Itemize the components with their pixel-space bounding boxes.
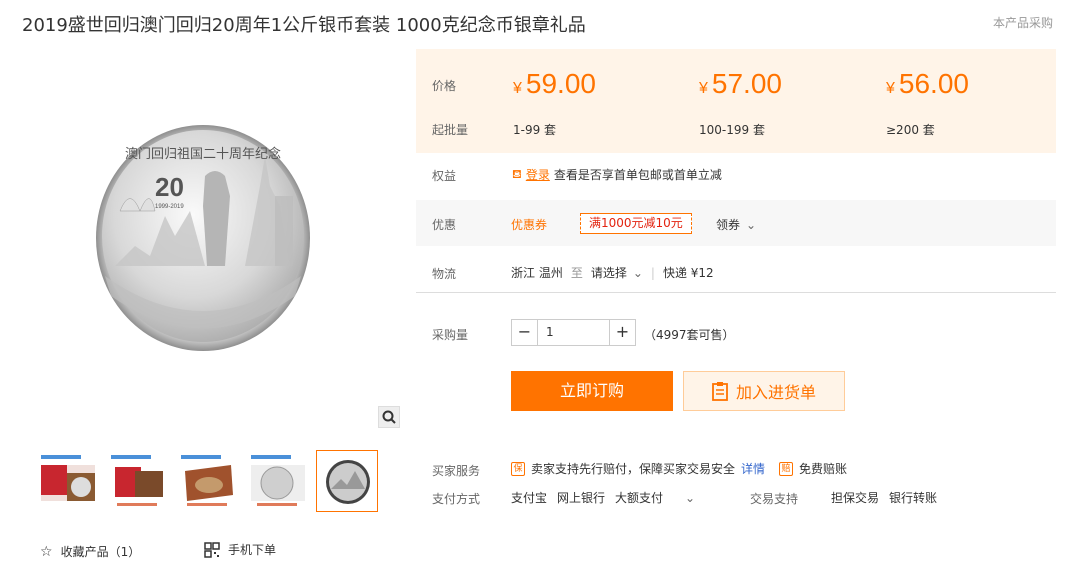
clipboard-icon — [712, 382, 728, 401]
benefits-text: 查看是否享首单包邮或首单立减 — [553, 168, 722, 182]
price-label: 价格 — [432, 79, 457, 93]
coin-inscription: 澳门回归祖国二十周年纪念 — [125, 146, 281, 162]
details-link[interactable]: 详情 — [741, 460, 765, 477]
thumbnail-1[interactable] — [36, 450, 98, 512]
add-to-cart-button[interactable]: 加入进货单 — [683, 371, 845, 411]
product-title: 2019盛世回归澳门回归20周年1公斤银币套装 1000克纪念币银章礼品 — [22, 15, 586, 36]
payment-methods: 支付宝 网上银行 大额支付 ⌄ — [511, 489, 695, 506]
thumbnail-strip — [36, 450, 378, 512]
product-procurement-link[interactable]: 本产品采购 — [993, 14, 1053, 31]
buyer-service-info: 保 卖家支持先行赔付，保障买家交易安全 详情 赔 免费赔账 — [511, 460, 847, 477]
zoom-button[interactable] — [378, 406, 400, 428]
main-product-image: 澳门回归祖国二十周年纪念 20 1999-2019 — [95, 116, 311, 356]
price-tier-2: ¥57.00 — [699, 68, 782, 99]
add-to-cart-label: 加入进货单 — [735, 383, 816, 402]
star-icon: ☆ — [40, 543, 53, 560]
favorite-product-button[interactable]: ☆ 收藏产品（1） — [40, 543, 140, 560]
benefits-row: ⛾ 登录 查看是否享首单包邮或首单立减 — [512, 166, 722, 183]
increase-button[interactable]: + — [609, 319, 636, 346]
origin-city: 浙江 温州 — [511, 266, 563, 280]
chevron-down-icon: ⌄ — [632, 265, 643, 280]
quantity-stepper: − 1 + — [511, 319, 636, 346]
favorite-label: 收藏产品（1） — [60, 545, 141, 559]
guarantee-text: 卖家支持先行赔付，保障买家交易安全 — [531, 462, 736, 476]
claim-coupon-button[interactable]: 领券 ⌄ — [716, 216, 756, 233]
coupon-tag[interactable]: 满1000元减10元 — [580, 213, 692, 234]
moq-label: 起批量 — [432, 123, 469, 137]
quantity-input[interactable]: 1 — [538, 319, 609, 346]
payment-large-amount: 大额支付 — [615, 491, 664, 505]
to-label: 至 — [570, 266, 583, 280]
thumbnail-2[interactable] — [106, 450, 168, 512]
buyer-service-label: 买家服务 — [432, 464, 481, 478]
gift-icon: ⛾ — [512, 166, 522, 181]
svg-text:20: 20 — [155, 172, 184, 202]
claim-coupon-label: 领券 — [716, 218, 741, 232]
price-tier-3: ¥56.00 — [886, 68, 969, 99]
thumbnail-3[interactable] — [176, 450, 238, 512]
trade-support-label: 交易支持 — [750, 492, 799, 506]
qr-code-icon — [204, 541, 220, 558]
payment-online-bank: 网上银行 — [557, 491, 606, 505]
stock-count: （4997套可售） — [644, 328, 735, 342]
mobile-order-label: 手机下单 — [228, 543, 277, 557]
price-tier-1: ¥59.00 — [513, 68, 596, 99]
destination-select[interactable]: 请选择 ⌄ — [591, 264, 643, 281]
payment-label: 支付方式 — [432, 492, 481, 506]
chevron-down-icon[interactable]: ⌄ — [685, 491, 695, 505]
payment-alipay: 支付宝 — [511, 491, 548, 505]
mobile-order-button[interactable]: 手机下单 — [204, 541, 276, 558]
coupon-label: 优惠券 — [511, 218, 548, 232]
qty-range-1: 1-99 套 — [513, 123, 557, 137]
qty-range-2: 100-199 套 — [699, 123, 765, 137]
free-compensation-text: 免费赔账 — [799, 462, 848, 476]
login-link[interactable]: 登录 — [526, 166, 550, 183]
buy-now-button[interactable]: 立即订购 — [511, 371, 673, 411]
promotion-label: 优惠 — [432, 218, 457, 232]
destination-value: 请选择 — [590, 266, 627, 280]
thumbnail-5-selected[interactable] — [316, 450, 378, 512]
logistics-label: 物流 — [432, 267, 457, 281]
compensation-icon: 赔 — [779, 461, 794, 476]
shipping-fee: 快递 ¥12 — [662, 266, 714, 280]
qty-range-3: ≥200 套 — [886, 123, 935, 137]
trade-methods: 担保交易 银行转账 — [831, 489, 937, 506]
quantity-label: 采购量 — [432, 328, 469, 342]
trade-escrow: 担保交易 — [831, 491, 880, 505]
chevron-down-icon: ⌄ — [746, 217, 757, 232]
coin-years: 1999-2019 — [155, 204, 184, 210]
guarantee-icon: 保 — [511, 461, 525, 476]
trade-bank-transfer: 银行转账 — [889, 491, 938, 505]
magnifier-icon — [382, 410, 396, 424]
thumbnail-4[interactable] — [246, 450, 308, 512]
logistics-info: 浙江 温州 至 请选择 ⌄ | 快递 ¥12 — [511, 264, 714, 281]
decrease-button[interactable]: − — [511, 319, 538, 346]
benefits-label: 权益 — [432, 169, 457, 183]
